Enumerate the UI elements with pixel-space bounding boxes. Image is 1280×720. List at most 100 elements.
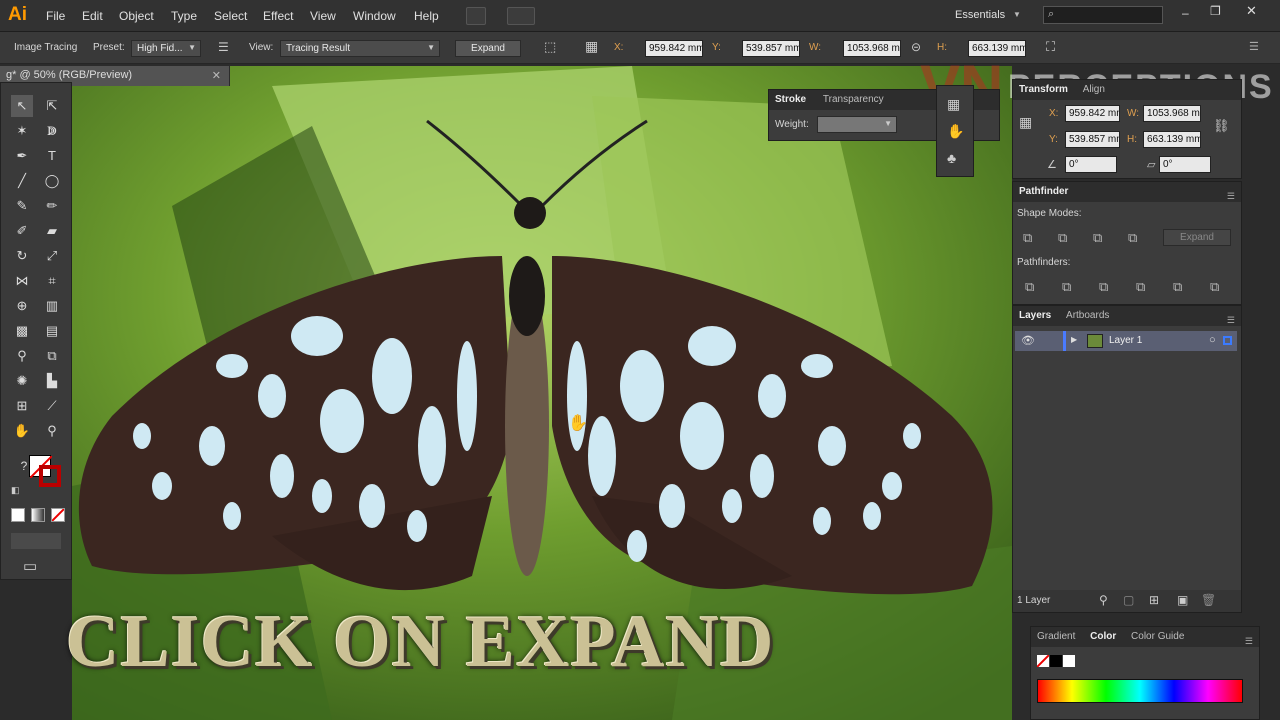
symbol-sprayer-tool-icon[interactable]: ✺	[11, 370, 33, 392]
menu-type[interactable]: Type	[171, 9, 197, 23]
workspace-switcher[interactable]: Essentials	[955, 9, 1005, 21]
none-color-swatch[interactable]	[1036, 654, 1050, 668]
black-swatch[interactable]	[1050, 655, 1062, 667]
tab-transform[interactable]: Transform	[1019, 84, 1068, 95]
layer-name[interactable]: Layer 1	[1109, 335, 1142, 346]
rotate-field[interactable]: 0°	[1065, 156, 1117, 173]
expand-button[interactable]: Expand	[455, 40, 521, 57]
paintbrush-tool-icon[interactable]: ✎	[11, 195, 33, 217]
rotate-tool-icon[interactable]: ↻	[11, 245, 33, 267]
tab-gradient[interactable]: Gradient	[1037, 631, 1075, 642]
close-icon[interactable]: ✕	[212, 69, 221, 82]
tab-artboards[interactable]: Artboards	[1066, 310, 1109, 321]
intersect-icon[interactable]: ⧉	[1093, 230, 1102, 246]
transform-h-field[interactable]: 663.139 mm	[1143, 131, 1201, 148]
menu-view[interactable]: View	[310, 9, 336, 23]
clipping-mask-icon[interactable]: ▢	[1123, 593, 1134, 607]
white-swatch[interactable]	[1063, 655, 1075, 667]
exclude-icon[interactable]: ⧉	[1128, 230, 1137, 246]
constrain-proportions-icon[interactable]: ⛓	[1213, 118, 1230, 134]
new-sublayer-icon[interactable]: ⊞	[1149, 593, 1159, 607]
scale-tool-icon[interactable]: ⤢	[41, 245, 63, 267]
locate-object-icon[interactable]: ⚲	[1099, 593, 1108, 607]
tab-align[interactable]: Align	[1083, 84, 1105, 95]
merge-icon[interactable]: ⧉	[1099, 279, 1108, 295]
transform-grid-icon[interactable]: ▦	[585, 38, 598, 55]
h-field[interactable]: 663.139 mm	[968, 40, 1026, 57]
link-icon[interactable]: ⊝	[911, 40, 921, 54]
hand-tool-icon[interactable]: ✋	[11, 420, 33, 442]
line-tool-icon[interactable]: ╱	[11, 170, 33, 192]
x-field[interactable]: 959.842 mm	[645, 40, 703, 57]
expand-triangle-icon[interactable]: ▶	[1071, 335, 1077, 344]
layer-row[interactable]: 👁 ▶ Layer 1 ○	[1015, 331, 1237, 351]
pathfinder-expand-button[interactable]: Expand	[1163, 229, 1231, 246]
outline-icon[interactable]: ⧉	[1173, 279, 1182, 295]
tracing-panel-icon[interactable]: ☰	[218, 40, 229, 54]
magic-wand-tool-icon[interactable]: ✶	[11, 120, 33, 142]
delete-layer-icon[interactable]: 🗑	[1201, 593, 1216, 607]
free-transform-tool-icon[interactable]: ⌗	[41, 270, 63, 292]
tab-color-guide[interactable]: Color Guide	[1131, 631, 1184, 642]
visibility-eye-icon[interactable]: 👁	[1021, 334, 1035, 347]
stroke-swatch[interactable]	[39, 465, 61, 487]
panel-menu-icon[interactable]: ☰	[1227, 186, 1235, 206]
trim-icon[interactable]: ⧉	[1062, 279, 1071, 295]
perspective-grid-tool-icon[interactable]: ▥	[41, 295, 63, 317]
column-graph-tool-icon[interactable]: ▙	[41, 370, 63, 392]
search-input[interactable]: ⌕	[1043, 6, 1163, 24]
transform-w-field[interactable]: 1053.968 m	[1143, 105, 1201, 122]
tab-layers[interactable]: Layers	[1019, 310, 1051, 321]
direct-selection-tool-icon[interactable]: ⇱	[41, 95, 63, 117]
width-tool-icon[interactable]: ⋈	[11, 270, 33, 292]
blob-brush-tool-icon[interactable]: ✐	[11, 220, 33, 242]
default-colors-icon[interactable]: ◧	[11, 485, 20, 496]
gradient-tool-icon[interactable]: ▤	[41, 320, 63, 342]
color-mode-icon[interactable]	[11, 508, 25, 522]
arrange-documents-icon[interactable]	[507, 7, 535, 25]
reference-point-icon[interactable]: ⬚	[544, 39, 556, 55]
ellipse-tool-icon[interactable]: ◯	[41, 170, 63, 192]
minus-front-icon[interactable]: ⧉	[1058, 230, 1067, 246]
w-field[interactable]: 1053.968 m	[843, 40, 901, 57]
tab-color[interactable]: Color	[1090, 631, 1116, 642]
minimize-icon[interactable]: –	[1182, 6, 1189, 20]
close-icon[interactable]: ✕	[1246, 3, 1257, 19]
shear-field[interactable]: 0°	[1159, 156, 1211, 173]
menu-window[interactable]: Window	[353, 9, 396, 23]
crop-icon[interactable]: ⧉	[1136, 279, 1145, 295]
menu-object[interactable]: Object	[119, 9, 154, 23]
menu-select[interactable]: Select	[214, 9, 247, 23]
zoom-tool-icon[interactable]: ⚲	[41, 420, 63, 442]
menu-effect[interactable]: Effect	[263, 9, 293, 23]
grid-panel-icon[interactable]: ▦	[947, 96, 960, 113]
y-field[interactable]: 539.857 mm	[742, 40, 800, 57]
panel-menu-icon[interactable]: ☰	[1245, 631, 1253, 651]
transform-y-field[interactable]: 539.857 mm	[1065, 131, 1120, 148]
tab-stroke[interactable]: Stroke	[775, 94, 806, 105]
pen-tool-icon[interactable]: ✒	[11, 145, 33, 167]
drawing-modes-icon[interactable]	[11, 533, 61, 549]
transform-x-field[interactable]: 959.842 mm	[1065, 105, 1120, 122]
artboard-tool-icon[interactable]: ⊞	[11, 395, 33, 417]
bridge-icon[interactable]	[466, 7, 486, 25]
eraser-tool-icon[interactable]: ▰	[41, 220, 63, 242]
type-tool-icon[interactable]: T	[41, 145, 63, 167]
mesh-tool-icon[interactable]: ▩	[11, 320, 33, 342]
tab-pathfinder[interactable]: Pathfinder	[1019, 186, 1068, 197]
preset-dropdown[interactable]: High Fid... ▼	[131, 40, 201, 57]
minus-back-icon[interactable]: ⧉	[1210, 279, 1219, 295]
gradient-mode-icon[interactable]	[31, 508, 45, 522]
slice-tool-icon[interactable]: ⟋	[41, 395, 63, 417]
lasso-tool-icon[interactable]: ↇ	[41, 120, 63, 142]
symbols-icon[interactable]: ♣	[947, 150, 956, 166]
view-dropdown[interactable]: Tracing Result ▼	[280, 40, 440, 57]
menu-file[interactable]: File	[46, 9, 65, 23]
blend-tool-icon[interactable]: ⧉	[41, 345, 63, 367]
maximize-icon[interactable]: ❐	[1210, 4, 1221, 18]
unite-icon[interactable]: ⧉	[1023, 230, 1032, 246]
isolate-icon[interactable]: ⛶	[1046, 39, 1055, 55]
menu-edit[interactable]: Edit	[82, 9, 103, 23]
panel-menu-icon[interactable]: ☰	[1227, 310, 1235, 330]
pencil-tool-icon[interactable]: ✏	[41, 195, 63, 217]
